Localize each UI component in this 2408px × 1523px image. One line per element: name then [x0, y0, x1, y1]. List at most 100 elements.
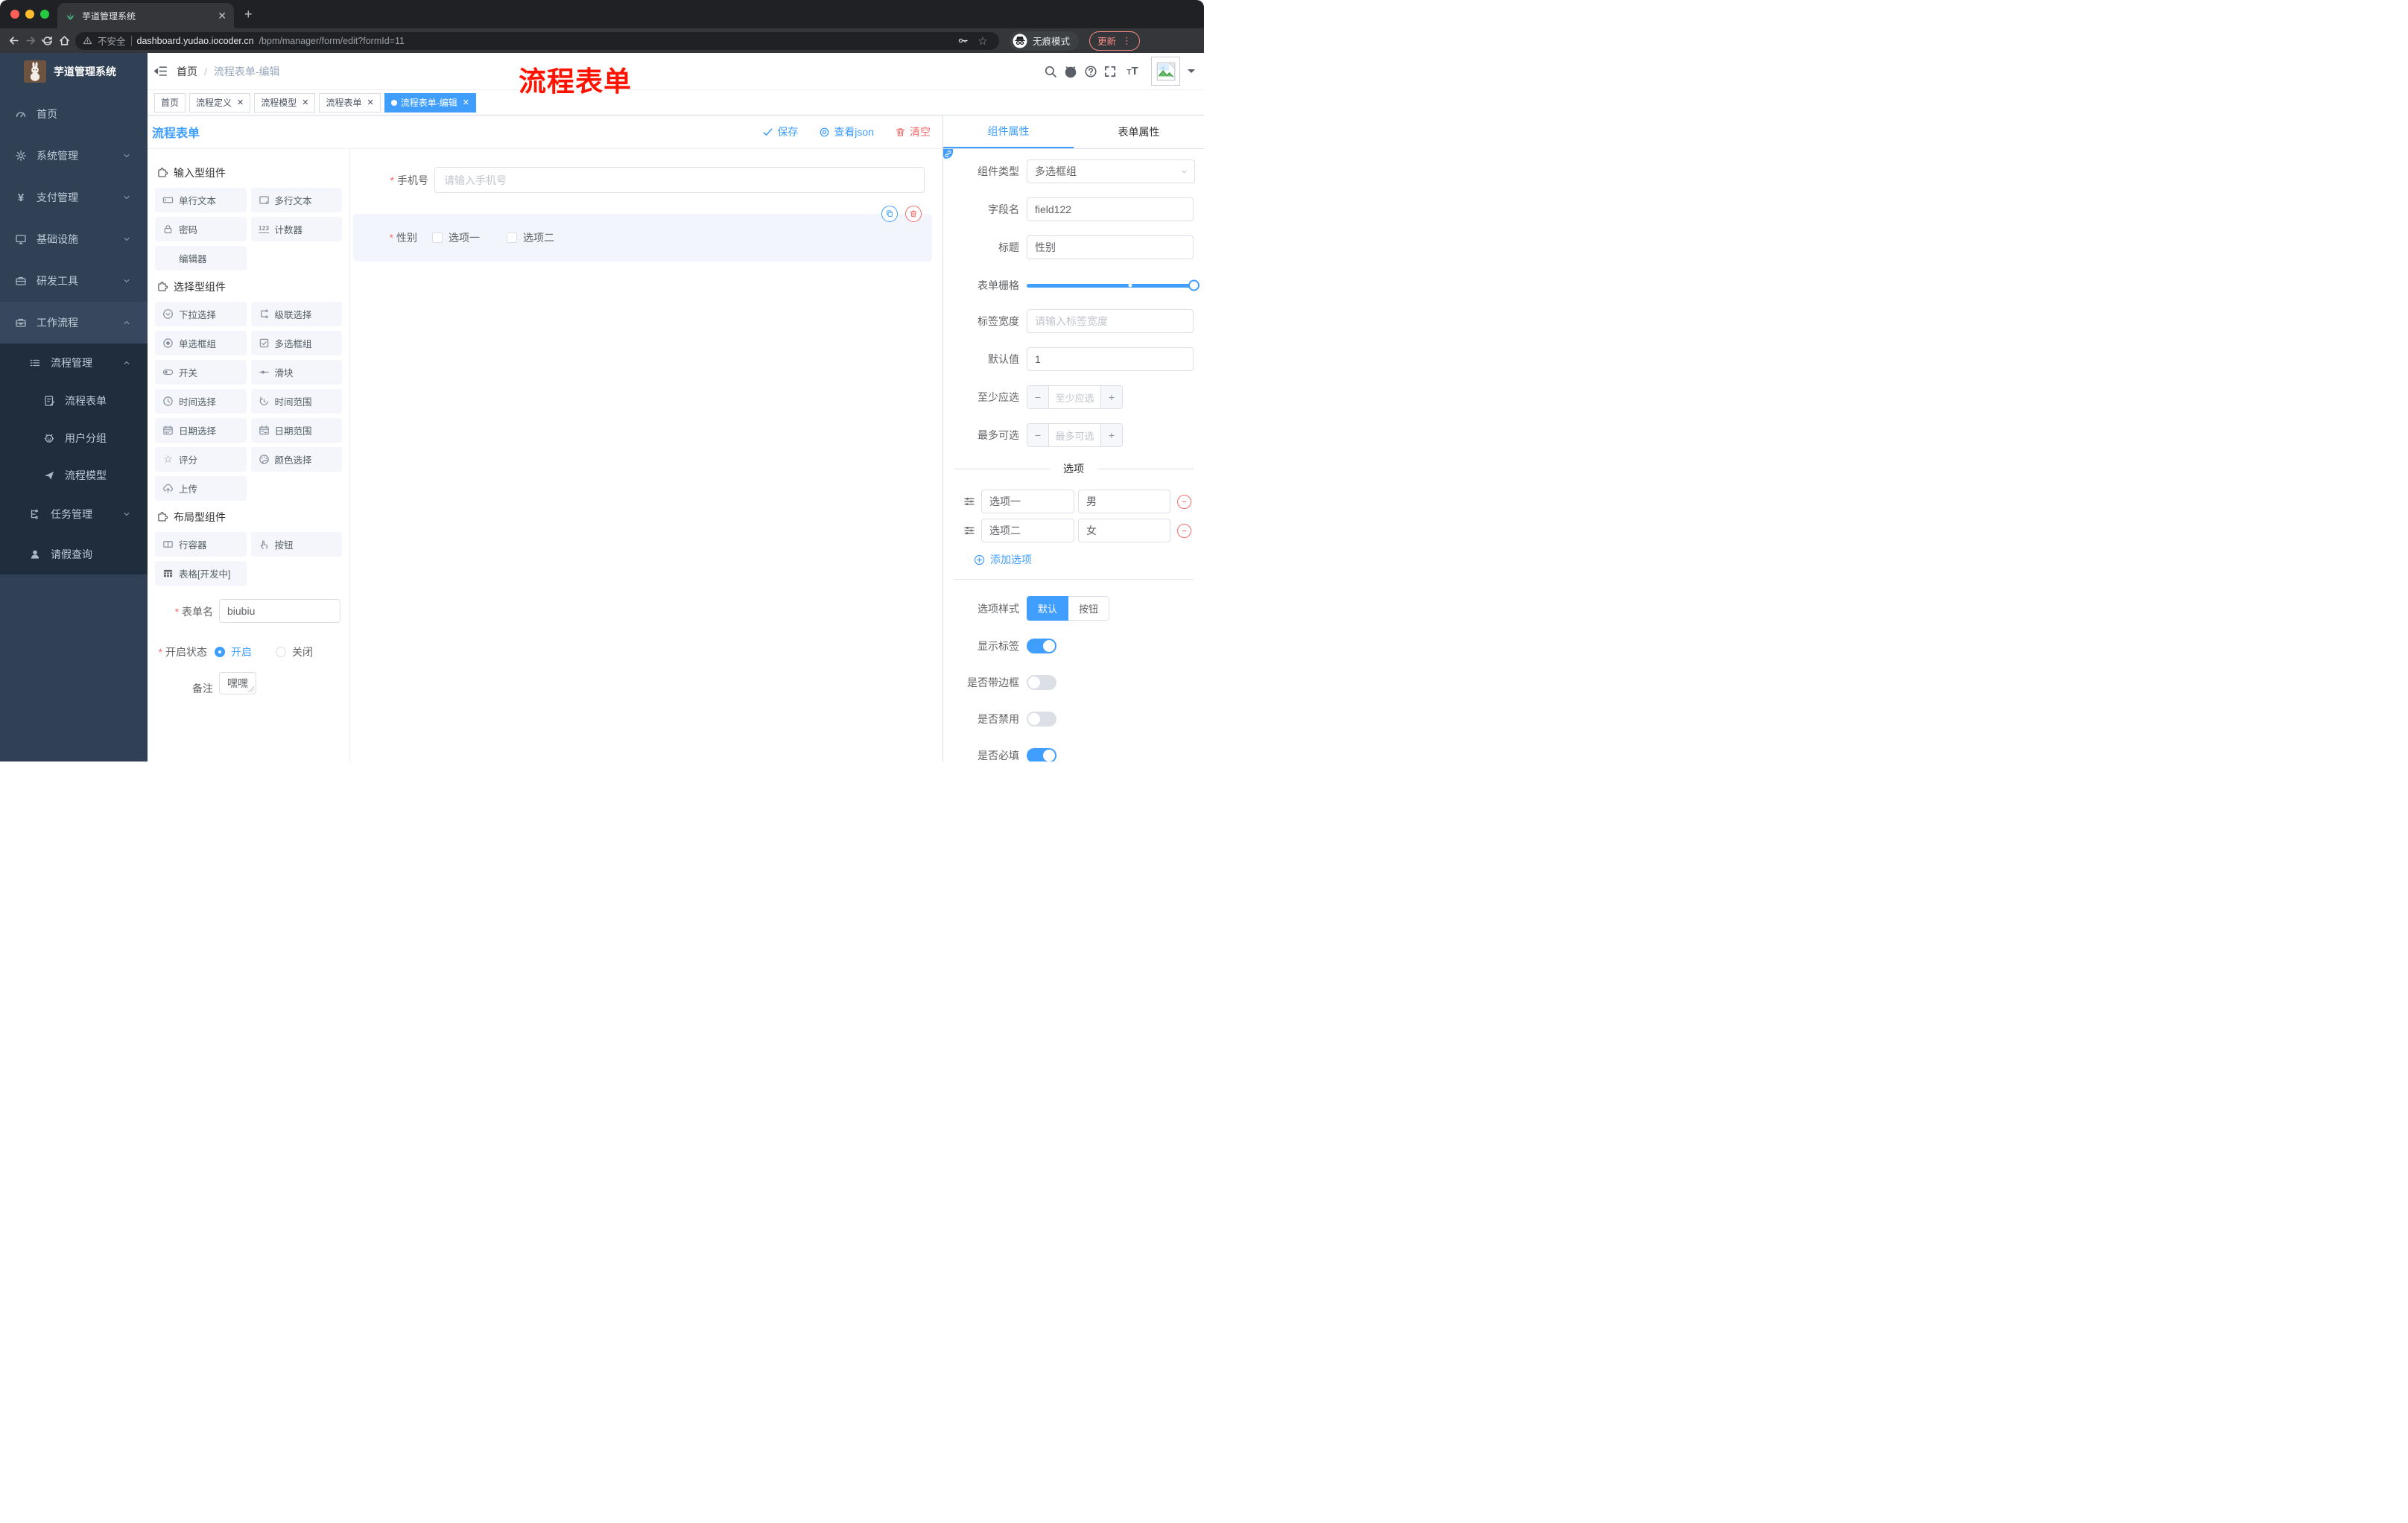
drag-sliders-icon[interactable]: [963, 525, 975, 536]
default-value-input[interactable]: 1: [1027, 347, 1194, 371]
plus-button[interactable]: +: [1100, 424, 1122, 446]
delete-component-button[interactable]: [905, 206, 922, 222]
sidebar-logo[interactable]: 芋道管理系统: [0, 53, 148, 90]
component-card-下拉选择[interactable]: 下拉选择: [155, 302, 247, 326]
plus-button[interactable]: +: [1100, 386, 1122, 408]
help-icon[interactable]: [1084, 65, 1097, 78]
home-icon[interactable]: [58, 34, 71, 47]
gender-option-1[interactable]: 选项一: [432, 230, 480, 245]
tag-流程表单[interactable]: 流程表单 ✕: [319, 92, 381, 113]
tag-流程定义[interactable]: 流程定义 ✕: [189, 92, 251, 113]
sidebar-item-流程管理[interactable]: 流程管理: [0, 343, 148, 382]
url-bar[interactable]: 不安全 dashboard.yudao.iocoder.cn/bpm/manag…: [75, 31, 999, 50]
sidebar-item-基础设施[interactable]: 基础设施: [0, 218, 148, 260]
forward-icon[interactable]: [25, 34, 37, 47]
sidebar-item-研发工具[interactable]: 研发工具: [0, 260, 148, 302]
sidebar-item-用户分组[interactable]: 用户分组: [0, 419, 148, 457]
slider-handle[interactable]: [1188, 279, 1200, 291]
close-window-button[interactable]: [10, 10, 19, 19]
sidebar-item-系统管理[interactable]: 系统管理: [0, 135, 148, 177]
chevron-down-icon[interactable]: [1188, 69, 1195, 77]
zoom-window-button[interactable]: [40, 10, 49, 19]
sidebar-item-流程表单[interactable]: 流程表单: [0, 382, 148, 419]
search-icon[interactable]: [1044, 65, 1057, 78]
toggle-switch[interactable]: [1027, 712, 1056, 726]
component-card-滑块[interactable]: 滑块: [250, 360, 342, 384]
minus-button[interactable]: −: [1027, 386, 1049, 408]
key-icon[interactable]: [957, 35, 969, 46]
max-select-stepper[interactable]: − 最多可选 +: [1027, 423, 1123, 447]
browser-menu-icon[interactable]: ⋮: [1122, 35, 1132, 47]
status-off-label[interactable]: 关闭: [292, 645, 313, 659]
tag-首页[interactable]: 首页: [154, 92, 186, 113]
minimize-window-button[interactable]: [25, 10, 34, 19]
new-tab-button[interactable]: +: [244, 7, 253, 22]
component-card-计数器[interactable]: 123 计数器: [250, 217, 342, 241]
field-name-input[interactable]: field122: [1027, 197, 1194, 221]
tab-form-props[interactable]: 表单属性: [1074, 115, 1204, 148]
remove-option-button[interactable]: [1177, 494, 1191, 509]
link-icon[interactable]: [943, 149, 953, 159]
fullscreen-icon[interactable]: [1103, 65, 1117, 78]
sidebar-item-流程模型[interactable]: 流程模型: [0, 457, 148, 494]
drag-sliders-icon[interactable]: [963, 495, 975, 507]
checkbox-icon[interactable]: [432, 232, 443, 243]
view-json-button[interactable]: 查看json: [819, 124, 874, 139]
component-card-开关[interactable]: 开关: [155, 360, 247, 384]
component-card-日期范围[interactable]: 日期范围: [250, 418, 342, 443]
save-button[interactable]: 保存: [762, 124, 798, 139]
sidebar-item-请假查询[interactable]: 请假查询: [0, 534, 148, 574]
toggle-switch[interactable]: [1027, 748, 1056, 762]
tag-close-icon[interactable]: ✕: [302, 98, 308, 107]
component-card-日期选择[interactable]: 日期选择: [155, 418, 247, 443]
title-input[interactable]: 性别: [1027, 235, 1194, 259]
avatar[interactable]: [1151, 57, 1180, 86]
component-card-级联选择[interactable]: 级联选择: [250, 302, 342, 326]
option-style-segmented[interactable]: 默认 按钮: [1027, 596, 1110, 621]
phone-field-row[interactable]: 手机号 请输入手机号: [350, 167, 942, 193]
component-type-select[interactable]: 多选框组: [1027, 159, 1195, 183]
sidebar-item-任务管理[interactable]: 任务管理: [0, 494, 148, 534]
option-label-input[interactable]: 选项一: [981, 490, 1074, 513]
component-card-颜色选择[interactable]: 颜色选择: [250, 447, 342, 472]
tag-流程模型[interactable]: 流程模型 ✕: [254, 92, 316, 113]
component-card-时间范围[interactable]: 时间范围: [250, 389, 342, 414]
tab-component-props[interactable]: 组件属性: [943, 115, 1074, 148]
status-on-label[interactable]: 开启: [231, 645, 252, 659]
minus-button[interactable]: −: [1027, 424, 1049, 446]
option-value-input[interactable]: 男: [1078, 490, 1170, 513]
toggle-switch[interactable]: [1027, 675, 1056, 690]
remove-option-button[interactable]: [1177, 523, 1191, 538]
reload-icon[interactable]: [42, 34, 54, 47]
option-value-input[interactable]: 女: [1078, 519, 1170, 542]
update-button[interactable]: 更新 ⋮: [1089, 31, 1141, 51]
component-card-编辑器[interactable]: 编辑器: [155, 246, 247, 270]
security-label[interactable]: 不安全: [98, 34, 126, 48]
form-canvas[interactable]: 手机号 请输入手机号 性别 选项一: [350, 149, 942, 762]
sidebar-item-首页[interactable]: 首页: [0, 93, 148, 135]
selected-component-block[interactable]: 性别 选项一 选项二: [353, 206, 932, 262]
tag-close-icon[interactable]: ✕: [237, 98, 244, 107]
resize-grip-icon[interactable]: [248, 686, 254, 692]
tab-close-icon[interactable]: ✕: [218, 10, 226, 22]
style-button-button[interactable]: 按钮: [1068, 596, 1110, 621]
component-card-评分[interactable]: ☆ 评分: [155, 447, 247, 472]
tag-close-icon[interactable]: ✕: [367, 98, 374, 107]
option-label-input[interactable]: 选项二: [981, 519, 1074, 542]
component-card-表格[开发中][interactable]: 表格[开发中]: [155, 561, 247, 586]
component-card-多选框组[interactable]: 多选框组: [250, 331, 342, 355]
component-card-单选框组[interactable]: 单选框组: [155, 331, 247, 355]
tag-close-icon[interactable]: ✕: [463, 98, 469, 107]
component-card-时间选择[interactable]: 时间选择: [155, 389, 247, 414]
label-width-input[interactable]: 请输入标签宽度: [1027, 309, 1194, 333]
breadcrumb-home[interactable]: 首页: [177, 64, 197, 79]
github-icon[interactable]: [1063, 64, 1078, 79]
back-icon[interactable]: [7, 34, 20, 47]
bookmark-star-icon[interactable]: ☆: [974, 32, 992, 50]
tag-流程表单-编辑[interactable]: 流程表单-编辑 ✕: [384, 92, 476, 113]
component-card-按钮[interactable]: 按钮: [250, 532, 342, 557]
gender-option-2[interactable]: 选项二: [507, 230, 554, 245]
component-card-多行文本[interactable]: 多行文本: [250, 188, 342, 212]
status-off-radio[interactable]: [276, 647, 286, 657]
component-card-单行文本[interactable]: 单行文本: [155, 188, 247, 212]
